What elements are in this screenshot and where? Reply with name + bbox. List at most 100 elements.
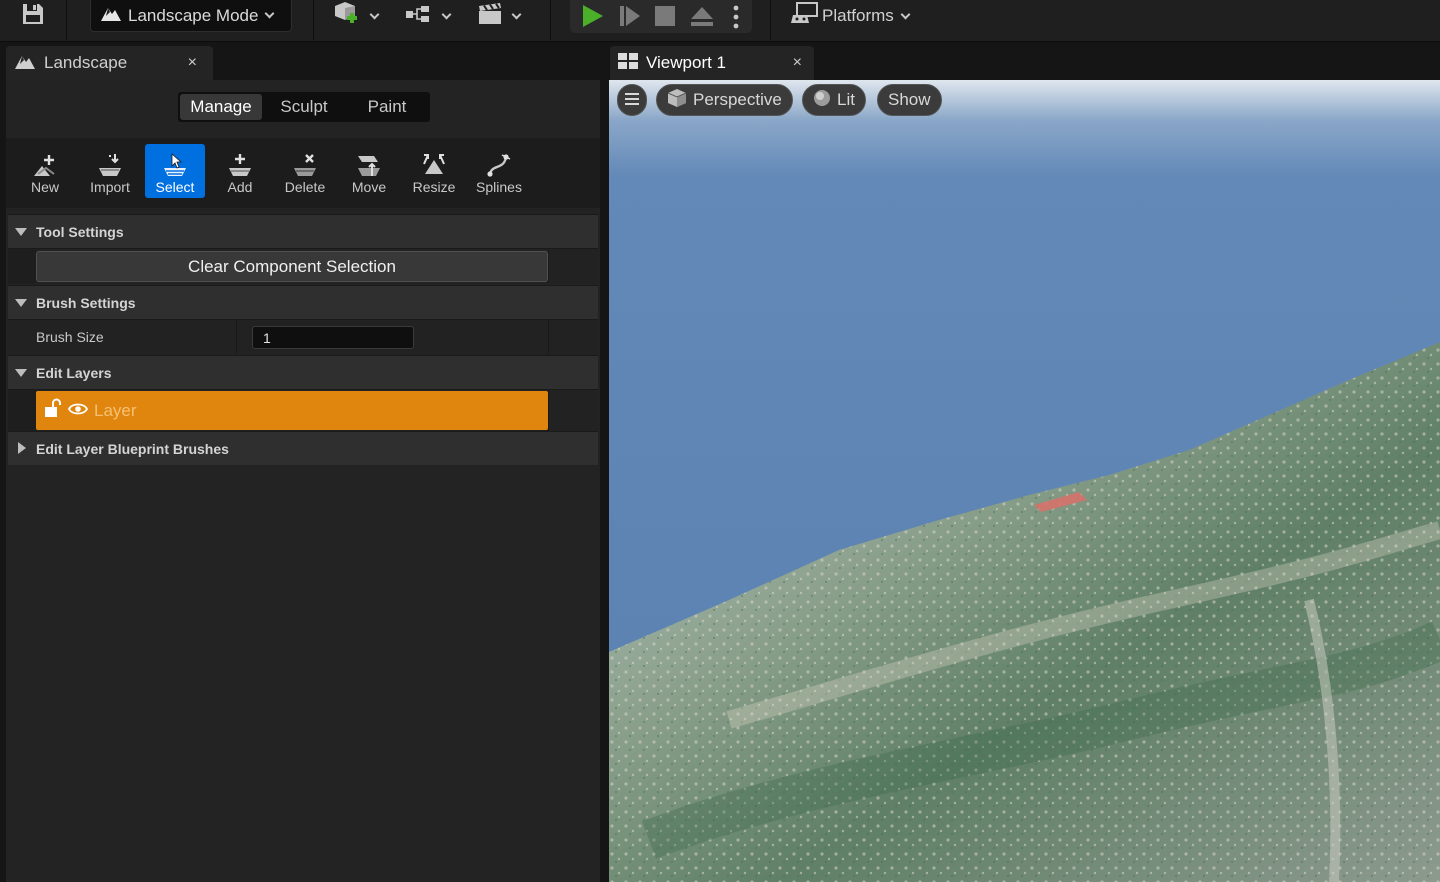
clear-component-selection-button[interactable]: Clear Component Selection <box>36 251 548 282</box>
lit-sphere-icon <box>813 89 831 112</box>
layer-name: Layer <box>94 400 137 420</box>
landscape-tab-bar: Landscape × <box>0 42 606 80</box>
section-title: Edit Layers <box>36 364 112 381</box>
landscape-icon <box>14 52 36 75</box>
viewport-layout-icon <box>618 52 638 74</box>
section-title: Brush Settings <box>36 294 136 311</box>
chevron-down-icon <box>369 9 380 19</box>
chevron-down-icon <box>900 9 911 19</box>
visibility-eye-icon[interactable] <box>67 401 89 421</box>
section-title: Edit Layer Blueprint Brushes <box>36 440 229 457</box>
tool-settings-header[interactable]: Tool Settings <box>8 214 598 248</box>
mode-segmented-control: Manage Sculpt Paint <box>178 92 430 122</box>
toolbar-divider <box>313 0 314 40</box>
row-gutter <box>548 249 598 284</box>
mode-manage-button[interactable]: Manage <box>180 94 262 120</box>
tool-resize[interactable]: Resize <box>404 144 464 198</box>
tool-label: Move <box>351 179 387 195</box>
row-gutter <box>8 390 36 431</box>
blueprints-button[interactable] <box>405 0 452 32</box>
play-button[interactable] <box>580 4 604 33</box>
tab-viewport-1[interactable]: Viewport 1 × <box>610 46 814 80</box>
tool-label: Add <box>227 179 253 195</box>
main-toolbar: Landscape Mode Platforms <box>0 0 1440 42</box>
tab-title: Landscape <box>44 53 128 72</box>
tool-add[interactable]: Add <box>210 144 270 198</box>
section-title: Tool Settings <box>36 223 124 240</box>
play-icon <box>583 5 603 27</box>
platforms-icon <box>791 1 819 32</box>
brush-settings-header[interactable]: Brush Settings <box>8 285 598 319</box>
tool-label: Delete <box>284 179 326 195</box>
stop-button[interactable] <box>654 5 676 32</box>
import-icon <box>99 154 121 176</box>
add-component-icon <box>229 154 251 176</box>
resize-icon <box>423 154 445 174</box>
cinematics-button[interactable] <box>477 0 522 32</box>
row-gutter <box>8 249 36 284</box>
tool-move[interactable]: Move <box>339 144 399 198</box>
tool-splines[interactable]: Splines <box>469 144 529 198</box>
blueprint-icon <box>405 3 435 30</box>
save-button[interactable] <box>20 0 46 32</box>
toolbar-divider <box>770 0 771 40</box>
platforms-dropdown[interactable]: Platforms <box>791 0 911 32</box>
tab-title: Viewport 1 <box>646 53 727 72</box>
terrain-render <box>609 80 1440 882</box>
layer-list-row: Layer <box>8 389 598 431</box>
perspective-label: Perspective <box>693 90 782 109</box>
perspective-button[interactable]: Perspective <box>656 84 793 116</box>
unlock-icon[interactable] <box>44 398 62 423</box>
delete-component-icon <box>294 154 316 176</box>
view-mode-lit-button[interactable]: Lit <box>802 84 866 116</box>
show-flags-button[interactable]: Show <box>877 84 942 116</box>
tab-landscape[interactable]: Landscape × <box>6 46 213 80</box>
save-icon <box>20 1 46 32</box>
layer-item[interactable]: Layer <box>36 391 548 430</box>
close-tab-button[interactable]: × <box>188 54 197 72</box>
tool-import[interactable]: Import <box>80 144 140 198</box>
eject-button[interactable] <box>690 4 714 33</box>
add-content-button[interactable] <box>333 0 380 32</box>
brush-size-row: Brush Size 1 <box>8 319 598 355</box>
tool-label: Splines <box>476 179 522 195</box>
select-icon <box>164 153 186 176</box>
perspective-cube-icon <box>667 88 687 113</box>
manage-tools-row: New Import Select Add Delete Move Resize <box>6 138 600 208</box>
new-landscape-icon <box>34 155 55 176</box>
level-viewport[interactable]: Perspective Lit Show <box>609 80 1440 882</box>
collapse-arrow-icon <box>15 228 27 236</box>
clapperboard-icon <box>477 2 505 31</box>
brush-size-input[interactable]: 1 <box>252 326 414 349</box>
landscape-mode-label: Landscape Mode <box>128 5 259 25</box>
platforms-label: Platforms <box>822 6 894 25</box>
mode-sculpt-button[interactable]: Sculpt <box>262 94 346 120</box>
edit-layers-header[interactable]: Edit Layers <box>8 355 598 389</box>
landscape-mode-icon <box>100 4 122 27</box>
property-divider <box>236 320 237 354</box>
tool-new[interactable]: New <box>15 144 75 198</box>
viewport-tab-bar: Viewport 1 × <box>606 42 1440 80</box>
landscape-mode-dropdown[interactable]: Landscape Mode <box>90 0 292 32</box>
expand-arrow-icon <box>18 442 26 454</box>
toolbar-divider <box>550 0 551 40</box>
advance-frame-button[interactable] <box>618 4 642 33</box>
tool-label: Resize <box>412 179 456 195</box>
stop-icon <box>655 6 675 26</box>
row-gutter <box>548 320 598 355</box>
chevron-down-icon <box>441 9 452 19</box>
mode-paint-button[interactable]: Paint <box>346 94 428 120</box>
toolbar-divider <box>66 0 67 40</box>
tool-select[interactable]: Select <box>145 144 205 198</box>
hamburger-menu-icon <box>625 90 639 110</box>
tool-delete[interactable]: Delete <box>275 144 335 198</box>
tool-label: New <box>30 179 59 195</box>
viewport-options-button[interactable] <box>617 84 647 116</box>
landscape-panel: Manage Sculpt Paint New Import Select Ad… <box>6 80 600 882</box>
close-tab-button[interactable]: × <box>793 54 802 72</box>
play-options-button[interactable] <box>733 5 739 34</box>
chevron-down-icon <box>264 8 275 19</box>
edit-layer-blueprint-brushes-header[interactable]: Edit Layer Blueprint Brushes <box>8 431 598 465</box>
more-vertical-icon <box>733 5 739 29</box>
tool-label: Import <box>90 179 130 195</box>
